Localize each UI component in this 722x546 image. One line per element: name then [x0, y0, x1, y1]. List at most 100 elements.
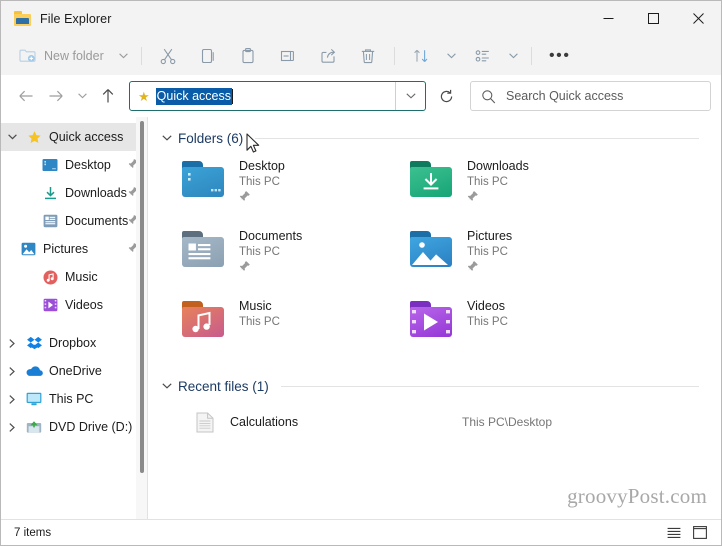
folder-tile-desktop[interactable]: Desktop This PC: [180, 157, 408, 215]
close-button[interactable]: [676, 1, 721, 36]
sidebar-item-label: Dropbox: [49, 336, 97, 350]
sidebar-item-music[interactable]: Music: [1, 263, 147, 291]
folder-tile-documents[interactable]: Documents This PC: [180, 227, 408, 285]
address-bar[interactable]: ★ Quick access: [129, 81, 426, 111]
details-view-button[interactable]: [663, 523, 685, 543]
content-split: Quick access Desktop Downloads Documents…: [1, 117, 721, 519]
folder-name: Downloads: [467, 159, 529, 173]
recent-file-row[interactable]: Calculations This PC\Desktop: [162, 407, 721, 437]
recent-file-path: This PC\Desktop: [462, 415, 553, 429]
paste-icon: [242, 47, 254, 63]
search-placeholder: Search Quick access: [506, 89, 624, 103]
chevron-right-icon[interactable]: [1, 422, 23, 432]
sidebar-item-label: This PC: [49, 392, 94, 406]
view-icon: [475, 49, 489, 62]
folders-group-header[interactable]: Folders (6): [162, 127, 721, 149]
maximize-button[interactable]: [631, 1, 676, 36]
desktop-folder-icon: [180, 159, 226, 201]
sort-dropdown[interactable]: [441, 41, 463, 71]
folder-name: Desktop: [239, 159, 285, 173]
recent-files-group-header[interactable]: Recent files (1): [162, 375, 721, 397]
view-dropdown[interactable]: [503, 41, 525, 71]
new-folder-icon: [19, 49, 36, 62]
documents-icon: [39, 214, 61, 228]
minimize-button[interactable]: [586, 1, 631, 36]
folder-name: Documents: [239, 229, 303, 243]
folders-grid: Desktop This PC Downloads This PC Docume…: [162, 157, 721, 355]
new-folder-button[interactable]: New folder: [11, 41, 113, 71]
desktop-icon: [39, 158, 61, 172]
share-button[interactable]: [308, 41, 348, 71]
paste-button[interactable]: [228, 41, 268, 71]
sidebar-item-documents[interactable]: Documents: [1, 207, 147, 235]
toolbar-divider-2: [393, 46, 395, 65]
folder-tile-videos[interactable]: Videos This PC: [408, 297, 636, 355]
trash-icon: [361, 48, 374, 63]
pin-icon: [239, 190, 285, 206]
refresh-button[interactable]: [430, 81, 462, 111]
chevron-down-icon[interactable]: [1, 134, 23, 140]
folder-location: This PC: [467, 246, 508, 258]
pc-icon: [23, 392, 45, 406]
folder-tile-music[interactable]: Music This PC: [180, 297, 408, 355]
folder-tile-text: Documents This PC: [239, 227, 302, 276]
refresh-icon: [440, 89, 452, 102]
sidebar-scrollbar-track[interactable]: [136, 117, 147, 519]
large-icons-view-button[interactable]: [689, 523, 711, 543]
sidebar-item-desktop[interactable]: Desktop: [1, 151, 147, 179]
new-folder-label: New folder: [44, 48, 104, 63]
new-folder-dropdown[interactable]: [113, 41, 135, 71]
sidebar-item-label: Documents: [65, 214, 128, 228]
chevron-right-icon[interactable]: [1, 394, 23, 404]
command-bar: New folder •••: [1, 36, 721, 75]
recent-locations-button[interactable]: [71, 81, 93, 111]
cut-button[interactable]: [148, 41, 188, 71]
sidebar-scrollbar-thumb[interactable]: [140, 121, 144, 473]
delete-button[interactable]: [348, 41, 388, 71]
downloads-folder-icon: [408, 159, 454, 201]
sidebar-item-videos[interactable]: Videos: [1, 291, 147, 319]
view-button[interactable]: [463, 41, 503, 71]
sidebar-item-quick-access[interactable]: Quick access: [1, 123, 147, 151]
chevron-right-icon[interactable]: [1, 338, 23, 348]
folder-location: This PC: [467, 176, 508, 188]
view-toggle-group: [663, 523, 711, 543]
folder-tile-text: Videos This PC: [467, 297, 508, 330]
search-icon: [482, 89, 496, 103]
sidebar-item-pictures[interactable]: Pictures: [1, 235, 147, 263]
copy-button[interactable]: [188, 41, 228, 71]
address-dropdown-button[interactable]: [395, 82, 425, 110]
sort-button[interactable]: [401, 41, 441, 71]
search-box[interactable]: Search Quick access: [470, 81, 711, 111]
up-button[interactable]: [93, 81, 123, 111]
folder-location: This PC: [239, 246, 280, 258]
sidebar-item-this-pc[interactable]: This PC: [1, 385, 147, 413]
sidebar-item-dvd-drive[interactable]: DVD Drive (D:) C: [1, 413, 147, 441]
share-icon: [321, 48, 335, 63]
more-button[interactable]: •••: [538, 41, 582, 71]
sidebar-item-dropbox[interactable]: Dropbox: [1, 329, 147, 357]
folder-location: This PC: [239, 176, 280, 188]
file-list-pane: Folders (6) Desktop This PC Downloads Th…: [148, 117, 721, 519]
group-rule: [255, 137, 699, 139]
rename-button[interactable]: [268, 41, 308, 71]
window-controls: [586, 1, 721, 36]
folders-group-title: Folders (6): [178, 130, 244, 146]
title-bar-left: File Explorer: [1, 11, 111, 26]
back-button[interactable]: [11, 81, 41, 111]
chevron-down-icon[interactable]: [162, 135, 172, 141]
text-caret: [232, 88, 233, 104]
chevron-right-icon[interactable]: [1, 366, 23, 376]
sidebar-item-label: DVD Drive (D:) C: [49, 420, 139, 434]
pictures-icon: [17, 242, 39, 256]
sidebar-item-downloads[interactable]: Downloads: [1, 179, 147, 207]
documents-folder-icon: [180, 229, 226, 271]
folder-tile-downloads[interactable]: Downloads This PC: [408, 157, 636, 215]
folder-icon: [14, 11, 31, 26]
status-bar: 7 items: [1, 519, 721, 545]
chevron-down-icon[interactable]: [162, 383, 172, 389]
sidebar-item-onedrive[interactable]: OneDrive: [1, 357, 147, 385]
copy-icon: [201, 48, 214, 63]
forward-button[interactable]: [41, 81, 71, 111]
folder-tile-pictures[interactable]: Pictures This PC: [408, 227, 636, 285]
